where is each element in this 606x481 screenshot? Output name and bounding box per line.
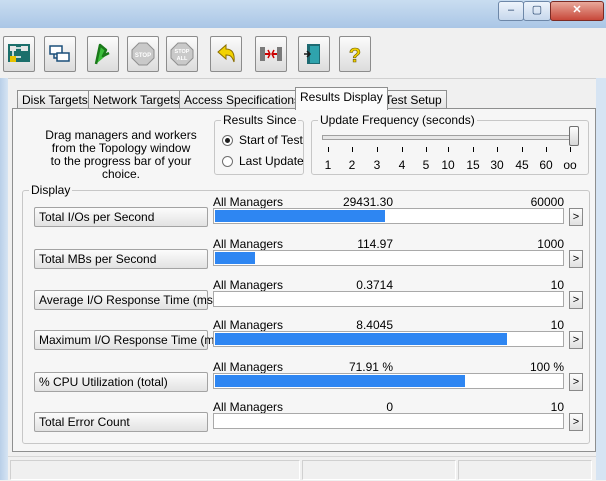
reset-workers-button[interactable] xyxy=(210,36,242,72)
metric-value: 71.91 % xyxy=(348,360,393,374)
metric-select-button[interactable]: % CPU Utilization (total) xyxy=(34,372,208,392)
new-worker-button[interactable] xyxy=(44,36,76,72)
title-bar: – ▢ ✕ xyxy=(0,0,606,28)
metric-value: 29431.30 xyxy=(342,195,393,209)
progress-bar xyxy=(213,250,564,266)
progress-bar xyxy=(213,208,564,224)
slider-tick xyxy=(377,147,378,152)
tab-access-specifications[interactable]: Access Specifications xyxy=(179,90,306,109)
slider-tick xyxy=(546,147,547,152)
minimize-button[interactable]: – xyxy=(498,1,524,21)
topology-icon xyxy=(8,44,30,62)
select-manager-arrow-button[interactable]: > xyxy=(569,373,583,391)
help-icon: ? xyxy=(349,45,362,66)
select-manager-arrow-button[interactable]: > xyxy=(569,331,583,349)
metric-max: 100 % xyxy=(529,360,564,374)
stop-icon: STOP xyxy=(131,42,155,66)
progress-bar xyxy=(213,413,564,429)
results-since-title: Results Since xyxy=(223,113,297,127)
metric-max: 10 xyxy=(550,278,564,292)
svg-text:STOP: STOP xyxy=(175,49,190,55)
radio-label: Start of Test xyxy=(239,133,303,147)
progress-bar-fill xyxy=(215,252,255,264)
help-button[interactable]: ? xyxy=(339,36,371,72)
slider-tick xyxy=(473,147,474,152)
update-frequency-slider-thumb[interactable] xyxy=(569,126,579,146)
svg-text:?: ? xyxy=(349,45,361,66)
progress-bar-fill xyxy=(215,375,465,387)
metric-max: 10 xyxy=(550,318,564,332)
drag-instructions: Drag managers and workers from the Topol… xyxy=(30,129,212,181)
metric-max: 10 xyxy=(550,400,564,414)
svg-text:STOP: STOP xyxy=(135,53,151,59)
status-segment xyxy=(10,460,300,480)
slider-tick xyxy=(328,147,329,152)
metric-select-button[interactable]: Total Error Count xyxy=(34,412,208,432)
metric-value: 8.4045 xyxy=(356,318,393,332)
display-title: Display xyxy=(31,183,71,197)
tab-results-display[interactable]: Results Display xyxy=(295,87,388,110)
tab-test-setup[interactable]: Test Setup xyxy=(380,90,447,109)
disconnect-icon xyxy=(260,47,282,61)
tab-disk-targets[interactable]: Disk Targets xyxy=(17,90,93,109)
radio-unselected-icon xyxy=(222,155,233,167)
metric-max: 1000 xyxy=(537,237,564,251)
slider-tick xyxy=(448,147,449,152)
select-manager-arrow-button[interactable]: > xyxy=(569,291,583,309)
radio-label: Last Update xyxy=(239,154,304,168)
disconnect-button[interactable] xyxy=(255,36,287,72)
slider-tick xyxy=(497,147,498,152)
slider-tick xyxy=(352,147,353,152)
slider-tick xyxy=(426,147,427,152)
metric-value: 0.3714 xyxy=(356,278,393,292)
metric-max: 60000 xyxy=(530,195,564,209)
stop-all-button[interactable]: STOP ALL xyxy=(166,36,198,72)
metric-select-button[interactable]: Total MBs per Second xyxy=(34,249,208,269)
slider-tick xyxy=(570,147,571,152)
select-manager-arrow-button[interactable]: > xyxy=(569,208,583,226)
close-button[interactable]: ✕ xyxy=(550,1,604,21)
svg-text:ALL: ALL xyxy=(177,56,188,62)
status-bar xyxy=(8,456,596,481)
select-manager-arrow-button[interactable]: > xyxy=(569,250,583,268)
open-config-button[interactable] xyxy=(3,36,35,72)
select-manager-arrow-button[interactable]: > xyxy=(569,413,583,431)
progress-bar xyxy=(213,291,564,307)
start-test-button[interactable] xyxy=(87,36,119,72)
slider-tick xyxy=(522,147,523,152)
green-flag-icon xyxy=(94,43,110,65)
metric-value: 0 xyxy=(386,400,393,414)
progress-bar xyxy=(213,331,564,347)
radio-start-of-test[interactable]: Start of Test xyxy=(222,133,303,147)
progress-bar-fill xyxy=(215,210,385,222)
tab-network-targets[interactable]: Network Targets xyxy=(88,90,185,109)
instruction-line: to the progress bar of your choice. xyxy=(50,154,192,181)
radio-last-update[interactable]: Last Update xyxy=(222,154,304,168)
metric-select-button[interactable]: Total I/Os per Second xyxy=(34,207,208,227)
slider-tick xyxy=(402,147,403,152)
exit-button[interactable] xyxy=(298,36,330,72)
toolbar: STOP STOP ALL ? xyxy=(0,28,606,79)
exit-door-icon xyxy=(304,44,320,64)
status-segment xyxy=(458,460,592,480)
radio-selected-icon xyxy=(222,134,233,146)
stop-all-icon: STOPALL xyxy=(170,42,194,66)
status-segment xyxy=(302,460,456,480)
back-arrow-icon xyxy=(217,43,235,63)
update-frequency-slider-track[interactable] xyxy=(322,135,577,140)
metric-select-button[interactable]: Average I/O Response Time (ms) xyxy=(34,290,217,310)
window-frame-right xyxy=(596,78,606,480)
metric-select-button[interactable]: Maximum I/O Response Time (ms) xyxy=(34,330,224,350)
progress-bar-fill xyxy=(215,333,507,345)
window-frame-left xyxy=(0,78,8,480)
progress-bar xyxy=(213,373,564,389)
workers-icon xyxy=(49,45,70,62)
maximize-button[interactable]: ▢ xyxy=(523,1,551,21)
metric-value: 114.97 xyxy=(357,237,393,251)
slider-tick-label: oo xyxy=(563,158,577,172)
update-frequency-title: Update Frequency (seconds) xyxy=(320,113,475,127)
stop-button[interactable]: STOP xyxy=(127,36,159,72)
